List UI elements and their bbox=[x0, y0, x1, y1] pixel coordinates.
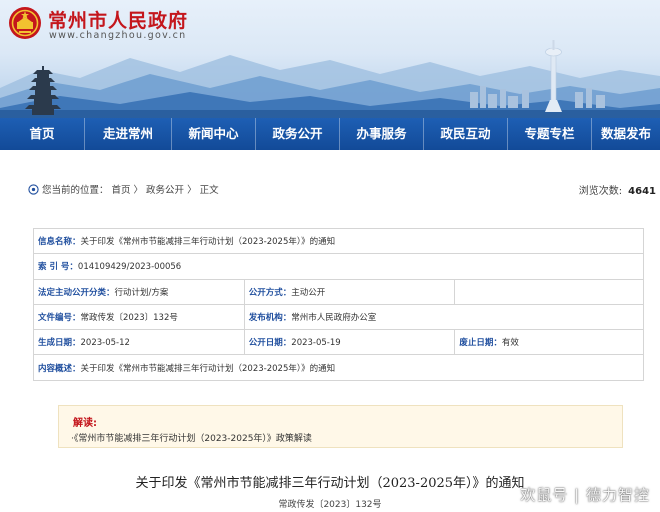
file-number-value: 常政传发〔2023〕132号 bbox=[80, 313, 178, 324]
info-cell: 发布机构：常州市人民政府办公室 bbox=[243, 303, 645, 331]
breadcrumb-separator: 〉 bbox=[187, 185, 197, 196]
expiry-date-value: 有效 bbox=[501, 338, 519, 349]
table-row: 生成日期：2023-05-12 公开日期：2023-05-19 废止日期：有效 bbox=[33, 329, 644, 356]
info-cell: 公开日期：2023-05-19 bbox=[243, 329, 456, 356]
summary-value: 关于印发《常州市节能减排三年行动计划（2023-2025年）》的通知 bbox=[80, 363, 336, 374]
breadcrumb-prefix: 您当前的位置： bbox=[42, 185, 109, 196]
interpretation-title: 解读: bbox=[73, 418, 97, 429]
info-cell: 文件编号：常政传发〔2023〕132号 bbox=[33, 303, 245, 331]
breadcrumb-home[interactable]: 首页 bbox=[112, 182, 131, 196]
publish-date-label: 公开日期： bbox=[248, 338, 292, 349]
interpretation-link[interactable]: ·《常州市节能减排三年行动计划（2023-2025年）》政策解读 bbox=[71, 431, 312, 444]
generated-date-value: 2023-05-12 bbox=[80, 338, 130, 349]
document-info-table: 信息名称：关于印发《常州市节能减排三年行动计划（2023-2025年）》的通知 … bbox=[33, 227, 645, 381]
national-emblem-icon bbox=[9, 7, 41, 39]
views-label: 浏览次数: bbox=[578, 186, 623, 197]
info-name-value: 关于印发《常州市节能减排三年行动计划（2023-2025年）》的通知 bbox=[80, 237, 336, 248]
table-row: 索 引 号：014109429/2023-00056 bbox=[33, 253, 644, 280]
info-cell: 废止日期：有效 bbox=[454, 329, 644, 356]
breadcrumb-government-affairs[interactable]: 政务公开 bbox=[146, 182, 184, 196]
location-pin-icon bbox=[28, 183, 39, 195]
info-name-label: 信息名称： bbox=[38, 237, 81, 248]
info-cell: 信息名称：关于印发《常州市节能减排三年行动计划（2023-2025年）》的通知 bbox=[33, 227, 644, 255]
summary-label: 内容概述： bbox=[38, 363, 81, 374]
site-banner: 常州市人民政府 www.changzhou.gov.cn bbox=[0, 0, 660, 118]
nav-public-interaction[interactable]: 政民互动 bbox=[424, 118, 508, 150]
info-cell: 索 引 号：014109429/2023-00056 bbox=[33, 253, 644, 280]
breadcrumb-separator: 〉 bbox=[133, 185, 144, 196]
category-label: 法定主动公开分类： bbox=[38, 287, 115, 298]
nav-data-release[interactable]: 数据发布 bbox=[592, 118, 660, 150]
table-row: 信息名称：关于印发《常州市节能减排三年行动计划（2023-2025年）》的通知 bbox=[33, 227, 644, 255]
expiry-date-label: 废止日期： bbox=[459, 338, 502, 349]
table-row: 法定主动公开分类：行动计划/方案 公开方式：主动公开 bbox=[33, 278, 644, 305]
index-number-value: 014109429/2023-00056 bbox=[77, 262, 182, 273]
generated-date-label: 生成日期： bbox=[38, 338, 81, 349]
site-title: 常州市人民政府 bbox=[48, 10, 189, 32]
info-cell: 生成日期：2023-05-12 bbox=[33, 329, 245, 356]
table-row: 内容概述：关于印发《常州市节能减排三年行动计划（2023-2025年）》的通知 bbox=[33, 354, 644, 381]
nav-services[interactable]: 办事服务 bbox=[340, 118, 424, 150]
disclosure-method-label: 公开方式： bbox=[248, 287, 292, 298]
info-cell: 内容概述：关于印发《常州市节能减排三年行动计划（2023-2025年）》的通知 bbox=[33, 354, 644, 381]
disclosure-method-value: 主动公开 bbox=[291, 287, 326, 298]
index-number-label: 索 引 号： bbox=[38, 262, 78, 273]
views-count: 4641 bbox=[628, 186, 656, 197]
publish-date-value: 2023-05-19 bbox=[291, 338, 341, 349]
info-cell-empty bbox=[454, 278, 644, 305]
nav-home[interactable]: 首页 bbox=[0, 118, 85, 150]
info-cell: 公开方式：主动公开 bbox=[243, 278, 456, 305]
publisher-label: 发布机构： bbox=[248, 313, 292, 324]
nav-news-center[interactable]: 新闻中心 bbox=[172, 118, 256, 150]
breadcrumb: 您当前的位置： 首页 〉 政务公开 〉 正文 bbox=[28, 182, 219, 196]
watermark: 欢鼠号 | 德力智控 bbox=[520, 486, 650, 504]
view-counter: 浏览次数: 4641 bbox=[579, 182, 656, 197]
file-number-label: 文件编号： bbox=[38, 313, 81, 324]
category-value: 行动计划/方案 bbox=[114, 287, 169, 298]
nav-about-changzhou[interactable]: 走进常州 bbox=[85, 118, 172, 150]
nav-special-topics[interactable]: 专题专栏 bbox=[508, 118, 592, 150]
table-row: 文件编号：常政传发〔2023〕132号 发布机构：常州市人民政府办公室 bbox=[33, 303, 645, 331]
info-cell: 法定主动公开分类：行动计划/方案 bbox=[33, 278, 245, 305]
nav-government-affairs[interactable]: 政务公开 bbox=[256, 118, 340, 150]
site-url: www.changzhou.gov.cn bbox=[49, 30, 187, 41]
main-nav: 首页 走进常州 新闻中心 政务公开 办事服务 政民互动 专题专栏 数据发布 bbox=[0, 118, 660, 150]
policy-interpretation-box: 解读: ·《常州市节能减排三年行动计划（2023-2025年）》政策解读 bbox=[58, 405, 623, 448]
breadcrumb-current: 正文 bbox=[199, 185, 219, 196]
publisher-value: 常州市人民政府办公室 bbox=[291, 313, 377, 324]
